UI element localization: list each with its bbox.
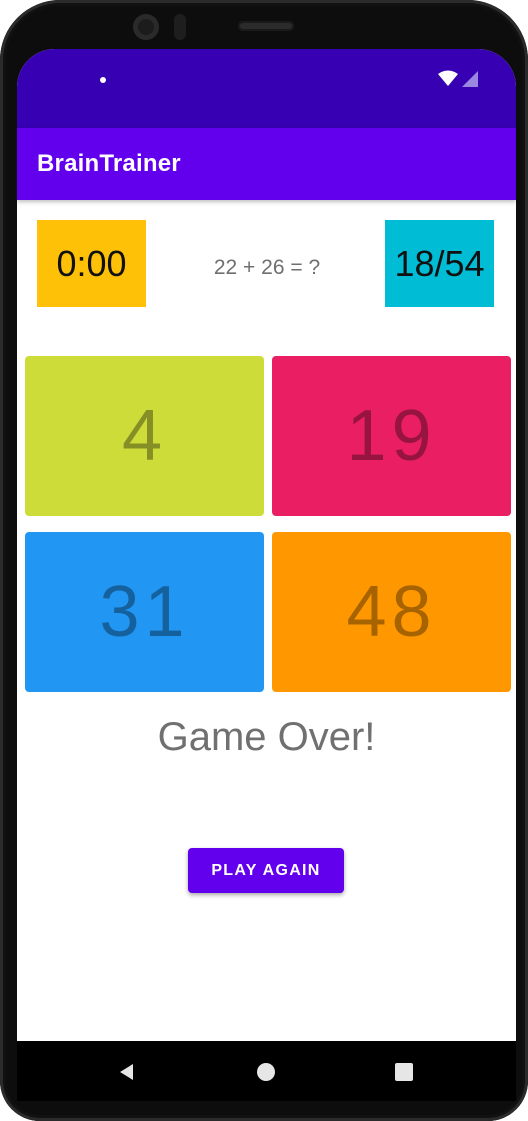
cellular-signal-icon: [462, 71, 478, 87]
score-text: 18/54: [394, 242, 485, 284]
notification-dot-icon: [100, 77, 106, 83]
app-screen: BrainTrainer 0:00 22 + 26 = ? 18/54 4 19…: [17, 49, 516, 1101]
answer-button-3[interactable]: 31: [25, 532, 264, 692]
answer-label: 4: [121, 396, 168, 476]
score-display: 18/54: [385, 220, 494, 307]
proximity-sensor-icon: [174, 14, 186, 40]
answer-label: 31: [99, 572, 190, 652]
status-bar: [17, 49, 516, 128]
home-icon[interactable]: [256, 1062, 276, 1082]
answer-label: 48: [346, 572, 437, 652]
earpiece-speaker-icon: [238, 21, 294, 31]
question-text: 22 + 26 = ?: [213, 256, 321, 279]
wifi-icon: [438, 70, 458, 86]
timer-text: 0:00: [56, 242, 127, 284]
device-frame: BrainTrainer 0:00 22 + 26 = ? 18/54 4 19…: [0, 0, 528, 1121]
app-title: BrainTrainer: [37, 150, 181, 177]
answer-button-1[interactable]: 4: [25, 356, 264, 516]
play-again-label: PLAY AGAIN: [211, 861, 321, 879]
front-camera-icon: [133, 14, 159, 40]
recents-icon[interactable]: [394, 1062, 414, 1082]
play-again-button[interactable]: PLAY AGAIN: [188, 848, 344, 893]
result-message: Game Over!: [157, 715, 376, 759]
navigation-bar: [17, 1041, 516, 1101]
answer-label: 19: [346, 396, 437, 476]
answer-button-4[interactable]: 48: [272, 532, 511, 692]
timer-display: 0:00: [37, 220, 146, 307]
app-bar: BrainTrainer: [17, 128, 516, 200]
answer-button-2[interactable]: 19: [272, 356, 511, 516]
back-icon[interactable]: [117, 1062, 137, 1082]
